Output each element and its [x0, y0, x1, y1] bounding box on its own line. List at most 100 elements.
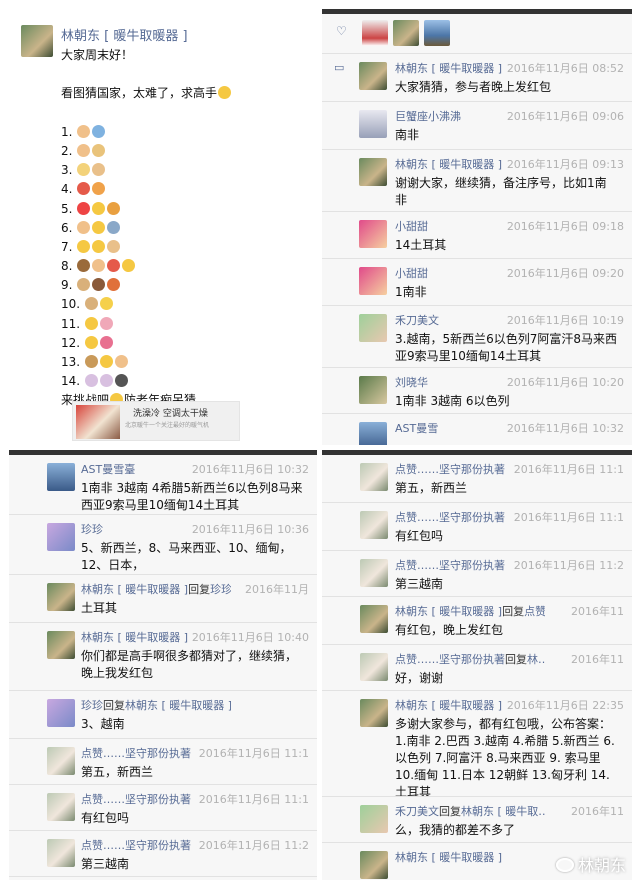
- comment-row[interactable]: 禾刀美文回复林朝东 [ 暖牛取… 2016年11 么，我猜的都差不多了: [322, 797, 632, 843]
- commenter-avatar[interactable]: [360, 511, 388, 539]
- reply-target-name[interactable]: 林…: [527, 653, 545, 666]
- comment-time: 2016年11月6日 10:36: [191, 523, 309, 536]
- commenter-avatar[interactable]: [47, 631, 75, 659]
- reply-target-name[interactable]: 林朝东 [ 暖牛取…: [461, 805, 545, 818]
- puzzle-item-number: 8.: [61, 259, 73, 274]
- comment-row[interactable]: 点赞……坚守那份执著回复林… 2016年11 好，谢谢: [322, 645, 632, 691]
- comment-row[interactable]: 林朝东 [ 暖牛取暖器 ] 2016年11月6日 09:13 谢谢大家，继续猜，备注…: [322, 150, 632, 212]
- comment-row[interactable]: 巨蟹座小沸沸 2016年11月6日 09:06 南非: [322, 102, 632, 150]
- puzzle-item-number: 6.: [61, 220, 73, 235]
- commenter-name-text: 林朝东 [ 暖牛取暖器 ]: [395, 851, 503, 864]
- commenter-name[interactable]: 点赞……坚守那份执著: [81, 791, 191, 807]
- commenter-avatar[interactable]: [360, 851, 388, 879]
- liker-avatar[interactable]: [424, 20, 450, 46]
- commenter-avatar[interactable]: [359, 158, 387, 186]
- commenter-name[interactable]: 林朝东 [ 暖牛取暖器 ]: [395, 156, 502, 172]
- shared-link-card[interactable]: 洗澡冷 空调太干燥 北京暖牛一个关注最好的暖气机: [72, 401, 240, 441]
- comment-row[interactable]: 点赞……坚守那份执著 2016年11月6日 11:1 第五，新西兰: [9, 739, 317, 785]
- commenter-name[interactable]: AST曼雪臺: [81, 461, 135, 477]
- comment-row[interactable]: 点赞……坚守那份执著 2016年11月6日 11:1 有红包吗: [322, 503, 632, 551]
- comment-row[interactable]: 林朝东 [ 暖牛取暖器 ]回复点赞…… 2016年11 有红包，晚上发红包: [322, 597, 632, 645]
- emoji-icon: [77, 278, 91, 292]
- author-avatar[interactable]: [21, 25, 53, 57]
- comment-row[interactable]: 点赞……坚守那份执著 2016年11月6日 11:2 第三越南: [322, 551, 632, 597]
- comment-row[interactable]: ▭ 林朝东 [ 暖牛取暖器 ] 2016年11月6日 08:52 大家猜猜，参与者晚上…: [322, 54, 632, 102]
- commenter-name[interactable]: 禾刀美文: [395, 312, 439, 328]
- commenter-name[interactable]: 林朝东 [ 暖牛取暖器 ]: [395, 697, 502, 713]
- commenter-name[interactable]: 林朝东 [ 暖牛取暖器 ]回复点赞……: [395, 603, 545, 619]
- reply-target-name[interactable]: 珍珍: [210, 583, 231, 596]
- reply-target-name[interactable]: 点赞……: [524, 605, 545, 618]
- commenter-name[interactable]: AST曼雪: [395, 420, 438, 436]
- commenter-name[interactable]: 点赞……坚守那份执著: [395, 509, 505, 525]
- commenter-avatar[interactable]: [47, 793, 75, 821]
- liker-avatar[interactable]: [393, 20, 419, 46]
- commenter-avatar[interactable]: [360, 699, 388, 727]
- commenter-name[interactable]: 林朝东 [ 暖牛取暖器 ]: [395, 60, 502, 76]
- commenter-avatar[interactable]: [47, 583, 75, 611]
- comment-row[interactable]: 林朝东 [ 暖牛取暖器 ] 2016年11月6日 10:40 你们都是高手啊很多都猜…: [9, 623, 317, 691]
- commenter-avatar[interactable]: [360, 559, 388, 587]
- commenter-avatar[interactable]: [360, 805, 388, 833]
- commenter-name[interactable]: 林朝东 [ 暖牛取暖器 ]: [395, 849, 502, 865]
- commenter-avatar[interactable]: [359, 110, 387, 138]
- puzzle-item: 9.: [61, 276, 311, 295]
- commenter-avatar[interactable]: [359, 376, 387, 404]
- commenter-avatar[interactable]: [360, 653, 388, 681]
- emoji-icon: [77, 220, 91, 234]
- comment-row[interactable]: 点赞……坚守那份执著 2016年11月6日 11:1 第五，新西兰: [322, 455, 632, 503]
- commenter-avatar[interactable]: [47, 839, 75, 867]
- puzzle-item-number: 10.: [61, 297, 81, 312]
- comment-row[interactable]: 珍珍 2016年11月6日 10:36 5、新西兰，8、马来西亚、10、缅甸，12、…: [9, 515, 317, 575]
- commenter-avatar[interactable]: [47, 699, 75, 727]
- commenter-name[interactable]: 巨蟹座小沸沸: [395, 108, 461, 124]
- comment-row[interactable]: 小甜甜 2016年11月6日 09:20 1南非: [322, 259, 632, 306]
- liker-avatar[interactable]: [362, 20, 388, 46]
- comment-row[interactable]: AST曼雪臺 2016年11月6日 10:32 1南非 3越南 4希腊5新西兰6以色…: [9, 455, 317, 515]
- emoji-icon: [99, 355, 113, 368]
- commenter-avatar[interactable]: [360, 605, 388, 633]
- comment-time: 2016年11月6日 11:2: [513, 559, 624, 572]
- reply-target-name[interactable]: 林朝东 [ 暖牛取暖器 ]: [125, 699, 231, 712]
- comment-row[interactable]: 点赞……坚守那份执著 2016年11月6日 11:1 有红包吗: [9, 785, 317, 831]
- emoji-icon: [92, 259, 106, 273]
- link-title: 洗澡冷 空调太干燥: [133, 409, 208, 419]
- commenter-name[interactable]: 刘晓华: [395, 374, 428, 390]
- commenter-name[interactable]: 点赞……坚守那份执著回复林…: [395, 651, 545, 667]
- commenter-name[interactable]: 禾刀美文回复林朝东 [ 暖牛取…: [395, 803, 545, 819]
- commenter-avatar[interactable]: [359, 314, 387, 342]
- commenter-name-text: 点赞……坚守那份执著: [81, 747, 191, 760]
- comment-row[interactable]: 禾刀美文 2016年11月6日 10:19 3.越南，5新西兰6以色列7阿富汗8马来…: [322, 306, 632, 368]
- commenter-name[interactable]: 点赞……坚守那份执著: [395, 557, 505, 573]
- comment-time: 2016年11月6日 10:19: [506, 314, 624, 327]
- commenter-name[interactable]: 林朝东 [ 暖牛取暖器 ]: [81, 629, 188, 645]
- commenter-name[interactable]: 小甜甜: [395, 265, 428, 281]
- commenter-name[interactable]: 珍珍回复林朝东 [ 暖牛取暖器 ]: [81, 697, 231, 713]
- commenter-avatar[interactable]: [359, 220, 387, 248]
- commenter-avatar[interactable]: [47, 523, 75, 551]
- commenter-name[interactable]: 林朝东 [ 暖牛取暖器 ]回复珍珍: [81, 581, 231, 597]
- comment-row[interactable]: 林朝东 [ 暖牛取暖器 ] 2016年11月6日 22:35 多谢大家参与，都有红包…: [322, 691, 632, 797]
- commenter-name[interactable]: 珍珍: [81, 521, 103, 537]
- comment-time: 2016年11月6日 09:13: [506, 158, 624, 171]
- comment-text: 你们都是高手啊很多都猜对了，继续猜，晚上我发红包: [81, 649, 298, 680]
- commenter-name[interactable]: 点赞……坚守那份执著: [395, 461, 505, 477]
- commenter-name[interactable]: 小甜甜: [395, 218, 428, 234]
- comment-row[interactable]: AST曼雪 2016年11月6日 10:32: [322, 414, 632, 445]
- comment-row[interactable]: 点赞……坚守那份执著 2016年11月6日 11:2 第三越南: [9, 831, 317, 877]
- commenter-name-text: 刘晓华: [395, 376, 428, 389]
- emoji-icon: [77, 124, 91, 138]
- commenter-avatar[interactable]: [47, 463, 75, 491]
- comment-row[interactable]: 刘晓华 2016年11月6日 10:20 1南非 3越南 6以色列: [322, 368, 632, 414]
- comment-row[interactable]: 林朝东 [ 暖牛取暖器 ]回复珍珍 2016年11月 土耳其: [9, 575, 317, 623]
- commenter-avatar[interactable]: [360, 463, 388, 491]
- comment-row[interactable]: 小甜甜 2016年11月6日 09:18 14土耳其: [322, 212, 632, 259]
- commenter-avatar[interactable]: [47, 747, 75, 775]
- commenter-avatar[interactable]: [359, 62, 387, 90]
- commenter-avatar[interactable]: [359, 267, 387, 295]
- commenter-name[interactable]: 点赞……坚守那份执著: [81, 837, 191, 853]
- comment-row[interactable]: 珍珍回复林朝东 [ 暖牛取暖器 ] 3、越南: [9, 691, 317, 739]
- commenter-avatar[interactable]: [359, 422, 387, 445]
- commenter-name[interactable]: 点赞……坚守那份执著: [81, 745, 191, 761]
- post-author-name[interactable]: 林朝东 [ 暖牛取暖器 ]: [61, 25, 188, 44]
